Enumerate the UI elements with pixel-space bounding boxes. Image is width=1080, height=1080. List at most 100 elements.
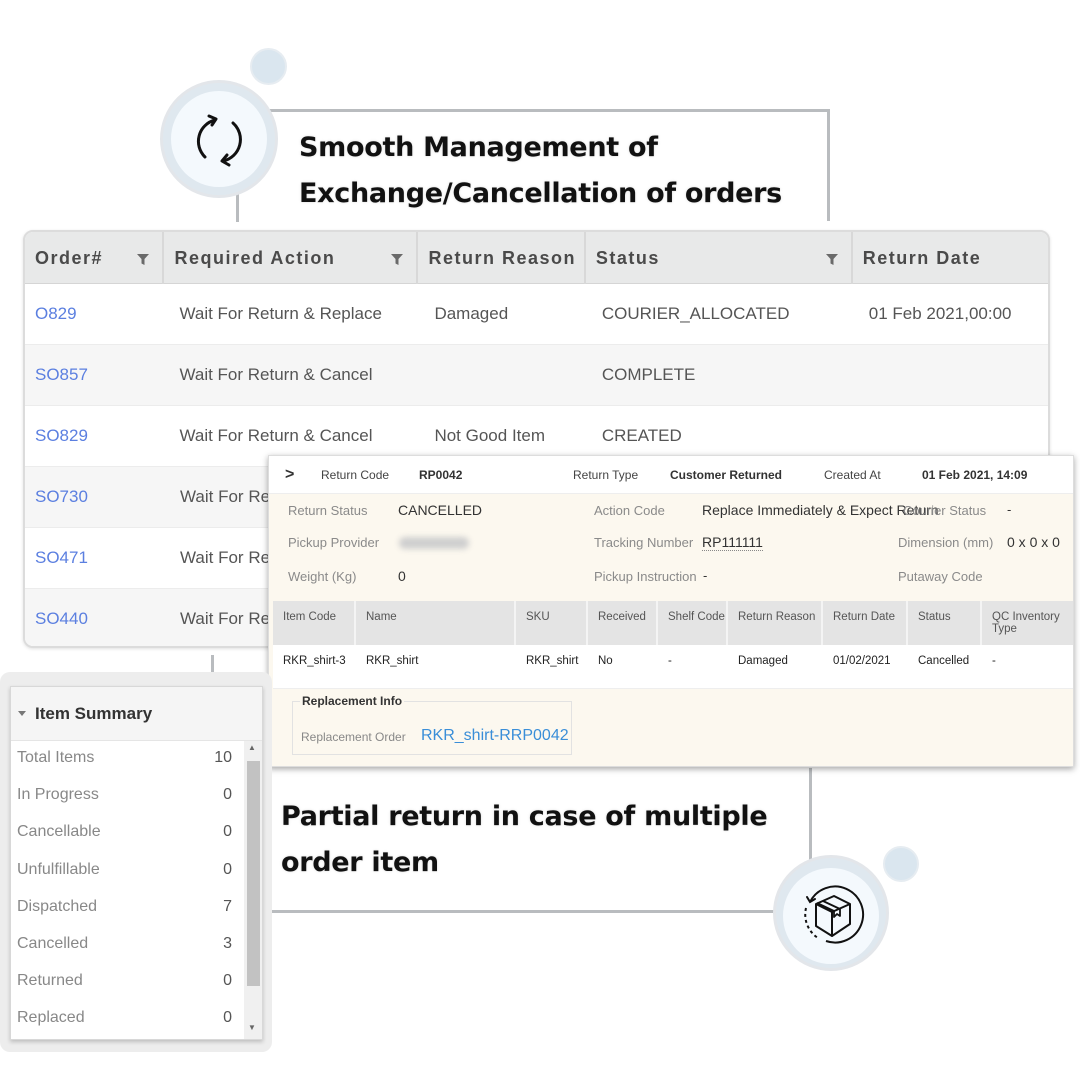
pickup-instruction-label: Pickup Instruction [594,569,697,584]
feature-title-line: Exchange/Cancellation of orders [299,178,782,209]
order-link[interactable]: SO440 [25,609,170,629]
order-link[interactable]: SO730 [25,487,170,507]
decorative-dot [250,48,287,85]
summary-label: Replaced [17,1009,85,1026]
replacement-info-box: Replacement Info Replacement Order RKR_s… [292,694,572,755]
column-header-required-action[interactable]: Required Action [164,232,419,284]
feature-title-exchange: Smooth Management of Exchange/Cancellati… [299,125,782,217]
return-type-value: Customer Returned [670,468,783,482]
replacement-info-title: Replacement Info [300,694,405,708]
summary-row-replaced: Replaced 0 [17,1009,232,1046]
item-name-cell: RKR_shirt [366,655,419,667]
return-date-cell: 01 Feb 2021,00:00 [868,304,1012,323]
summary-value: 3 [223,935,232,952]
column-header-return-reason[interactable]: Return Reason [418,232,586,284]
summary-scrollbar[interactable]: ▲ ▼ [244,741,262,1039]
action-code-label: Action Code [594,503,665,518]
column-header-return-date[interactable]: Return Date [853,232,1048,284]
table-row[interactable]: SO857 Wait For Return & Cancel COMPLETE [25,345,1048,406]
replacement-order-link[interactable]: RKR_shirt-RRP0042 [421,727,569,745]
column-header-label: Status [595,247,660,268]
weight-label: Weight (Kg) [288,569,357,584]
summary-label: Cancellable [17,823,101,840]
column-header: Status [908,601,982,645]
item-summary-title: Item Summary [35,703,153,723]
courier-status-value: - [1007,502,1012,517]
scrollbar-thumb[interactable] [247,761,260,986]
summary-value: 10 [214,749,232,766]
summary-label: Returned [17,972,83,989]
weight-value: 0 [398,568,406,584]
return-type-label: Return Type [573,468,639,482]
pickup-instruction-value: - [703,568,708,583]
qc-inventory-type-cell: - [992,655,996,667]
column-header: Received [588,601,658,645]
return-detail-panel: > Return Code RP0042 Return Type Custome… [268,455,1074,767]
return-status-label: Return Status [288,503,368,518]
summary-value: 0 [223,823,232,840]
summary-label: Dispatched [17,898,98,915]
return-code-label: Return Code [321,468,390,482]
item-summary-panel: Item Summary Total Items 10 In Progress 0 … [10,686,263,1040]
column-header: Name [356,601,516,645]
summary-row-dispatched: Dispatched 7 [17,898,232,935]
decorative-dot [883,846,919,882]
expand-chevron-icon[interactable]: > [285,466,294,484]
column-header: Item Code [273,601,356,645]
summary-row-cancellable: Cancellable 0 [17,823,232,860]
status-cell: COURIER_ALLOCATED [601,304,790,323]
summary-label: Cancelled [17,935,89,952]
return-reason-cell: Damaged [738,655,788,667]
box-return-icon-circle [773,855,889,971]
column-header-label: Required Action [174,247,336,268]
item-code-cell: RKR_shirt-3 [283,655,346,667]
table-row[interactable]: O829 Wait For Return & Replace Damaged C… [25,284,1048,345]
feature-title-partial-return: Partial return in case of multiple order… [281,794,768,886]
table-row[interactable]: RKR_shirt-3 RKR_shirt RKR_shirt No - Dam… [273,645,1073,689]
courier-status-label: Courier Status [903,503,987,518]
filter-icon[interactable] [390,252,404,266]
order-link[interactable]: O829 [25,304,169,324]
received-cell: No [598,655,613,667]
required-action-cell: Wait For Return & Cancel [179,365,373,384]
frame-line-bottom-right [809,768,812,864]
required-action-cell: Wait For Return & Cancel [179,426,373,445]
return-panel-header[interactable]: > Return Code RP0042 Return Type Custome… [269,456,1073,494]
scroll-down-arrow-icon[interactable]: ▼ [248,1023,256,1032]
return-items-table: Item Code Name SKU Received Shelf Code R… [273,601,1073,689]
status-cell: CREATED [601,426,682,445]
shelf-code-cell: - [668,655,672,667]
filter-icon[interactable] [825,252,839,266]
feature-title-line: Smooth Management of [299,132,658,163]
column-header-order[interactable]: Order# [25,232,165,284]
refresh-icon [197,114,242,167]
summary-row-unfulfillable: Unfulfillable 0 [17,861,232,898]
column-header-status[interactable]: Status [586,232,853,284]
box-return-icon [804,885,864,944]
collapse-triangle-icon[interactable] [17,710,27,718]
column-header: Return Reason [728,601,823,645]
feature-title-line: Partial return in case of multiple [281,801,768,832]
order-link[interactable]: SO857 [25,365,169,385]
refresh-icon-circle [160,80,278,198]
pickup-provider-label: Pickup Provider [288,535,380,550]
tracking-number-label: Tracking Number [594,535,694,550]
column-header-label: Return Date [862,247,982,268]
tracking-number-link[interactable]: RP111111 [702,534,763,551]
orders-table-header: Order# Required Action Return Reason Sta… [25,232,1048,284]
summary-value: 0 [223,972,232,989]
filter-icon[interactable] [136,252,150,266]
column-header: Return Date [823,601,908,645]
order-link[interactable]: SO829 [25,426,169,446]
summary-row-cancelled: Cancelled 3 [17,935,232,972]
return-status-value: CANCELLED [398,502,483,518]
item-summary-header[interactable]: Item Summary [11,687,262,741]
column-header-label: Order# [35,247,104,268]
return-reason-cell: Not Good Item [434,426,546,445]
scroll-up-arrow-icon[interactable]: ▲ [248,743,256,752]
frame-line-top [268,109,830,112]
summary-value: 0 [223,786,232,803]
order-link[interactable]: SO471 [25,548,170,568]
frame-line-bottom [263,910,783,913]
column-header: SKU [516,601,588,645]
